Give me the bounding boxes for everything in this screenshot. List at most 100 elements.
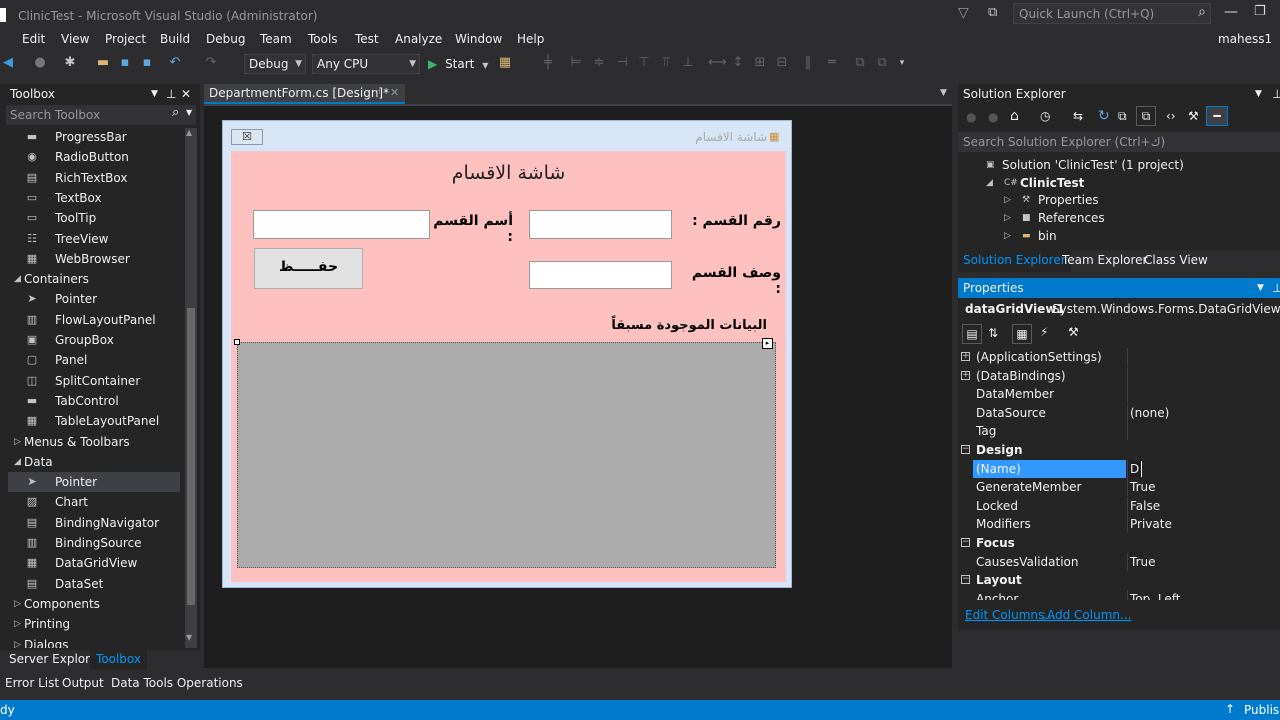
new-project-icon[interactable]: ✱ [62, 55, 78, 71]
h-spacing-icon[interactable]: ‖ [800, 55, 816, 71]
toolbox-item-progressbar[interactable]: ▬ ProgressBar [0, 127, 180, 147]
align-bottom-icon[interactable]: ⊥ [680, 55, 696, 71]
platform-dropdown[interactable]: Any CPU ▼ [312, 54, 420, 74]
tab-dropdown-icon[interactable]: ▼ [940, 88, 947, 98]
send-back-icon[interactable]: ⧉ [874, 55, 890, 71]
toolbox-item-groupbox[interactable]: ▣ GroupBox [0, 330, 180, 350]
property-row[interactable]: DataSource (none) [958, 403, 1279, 422]
form-window[interactable]: ☒ شاشة الاقسام ▦ شاشة الاقسام رقم القسم … [222, 120, 792, 588]
tab-solution-explorer[interactable]: Solution Explorer [958, 250, 1071, 272]
toolbox-item-splitcontainer[interactable]: ◫ SplitContainer [0, 371, 180, 391]
pin-icon[interactable]: ⊣ [372, 86, 381, 97]
alphabetical-icon[interactable]: ⇅ [988, 326, 998, 340]
filter-icon[interactable]: ▽ [958, 5, 969, 21]
collapsed-arrow-icon[interactable]: ▷ [1004, 191, 1011, 209]
save-button[interactable]: حفـــــظ [254, 248, 363, 289]
bring-front-icon[interactable]: ⧉ [852, 55, 868, 71]
solution-node[interactable]: ▷ ▬ bin [958, 227, 1280, 245]
menu-build[interactable]: Build [160, 32, 190, 46]
solution-search-input[interactable]: Search Solution Explorer (Ctrl+ك) [958, 132, 1280, 152]
toolbox-item-richtextbox[interactable]: ▤ RichTextBox [0, 168, 180, 188]
size-to-grid-icon[interactable]: ⊟ [774, 55, 790, 71]
close-icon[interactable]: ✕ [181, 84, 191, 104]
properties-wrench-icon[interactable]: ⚒ [1188, 109, 1199, 123]
open-file-icon[interactable]: ▬ [95, 55, 111, 71]
categorized-icon[interactable]: ▤ [962, 324, 982, 344]
same-width-icon[interactable]: ⟷ [708, 55, 727, 71]
pin-icon[interactable]: ⊥ [166, 84, 176, 104]
menu-project[interactable]: Project [105, 32, 146, 46]
property-category[interactable]: − Focus [958, 534, 1279, 552]
property-row[interactable]: + (DataBindings) [958, 366, 1279, 385]
tab-server-explorer[interactable]: Server Explorer [9, 652, 102, 666]
browser-link-icon[interactable]: ▦ [497, 55, 513, 71]
dept-name-input[interactable] [253, 210, 430, 239]
forward-icon[interactable]: ● [32, 55, 48, 71]
collapse-all-icon[interactable]: ⧉ [1118, 109, 1127, 124]
smart-tag-icon[interactable]: ▸ [762, 338, 773, 349]
tab-error-list[interactable]: Error List [5, 676, 59, 690]
collapse-icon[interactable]: − [961, 575, 970, 585]
menu-edit[interactable]: Edit [22, 32, 45, 46]
property-pages-icon[interactable]: ⚒ [1068, 325, 1079, 339]
expanded-arrow-icon[interactable]: ◢ [986, 174, 993, 192]
redo-icon[interactable]: ↷ [203, 55, 219, 71]
save-icon[interactable]: ▪ [117, 55, 133, 71]
config-dropdown[interactable]: Debug ▼ [244, 54, 306, 74]
collapsed-arrow-icon[interactable]: ▷ [1004, 227, 1011, 245]
toolbox-category-menus-toolbars[interactable]: ▷ Menus & Toolbars [0, 432, 180, 452]
toolbox-item-pointer[interactable]: ➤ Pointer [8, 472, 180, 493]
property-row[interactable]: (Name) D [958, 459, 1279, 478]
feedback-icon[interactable]: ⧉ [988, 5, 997, 20]
collapsed-arrow-icon[interactable]: ▷ [1004, 209, 1011, 227]
publish-button[interactable]: Publish [1244, 703, 1280, 717]
menu-tools[interactable]: Tools [308, 32, 338, 46]
toolbox-category-data[interactable]: ◢ Data [0, 452, 180, 472]
toolbox-item-pointer[interactable]: ➤ Pointer [0, 289, 180, 309]
toolbox-item-chart[interactable]: ▨ Chart [0, 492, 180, 512]
property-row[interactable]: Locked False [958, 496, 1279, 515]
align-top-icon[interactable]: ⊤ [636, 55, 652, 71]
menu-help[interactable]: Help [517, 32, 544, 46]
toolbox-item-tooltip[interactable]: ▭ ToolTip [0, 208, 180, 228]
collapsed-arrow-icon[interactable]: ▷ [14, 614, 21, 634]
toolbox-item-bindingsource[interactable]: ▥ BindingSource [0, 533, 180, 553]
toolbox-category-dialogs[interactable]: ▷ Dialogs [0, 635, 180, 649]
dept-no-input[interactable] [529, 210, 672, 239]
menu-view[interactable]: View [61, 32, 89, 46]
sync-icon[interactable]: ⇆ [1073, 109, 1083, 123]
data-grid-view[interactable]: ▸ [234, 338, 776, 568]
tab-team-explorer[interactable]: Team Explorer [1062, 253, 1148, 267]
align-right-icon[interactable]: ⊣ [614, 55, 630, 71]
menu-test[interactable]: Test [355, 32, 379, 46]
close-icon[interactable]: ✕ [390, 86, 399, 99]
dropdown-icon[interactable]: ▼ [1255, 84, 1262, 104]
properties-icon[interactable]: ▦ [1012, 324, 1032, 344]
property-row[interactable]: Modifiers Private [958, 515, 1279, 534]
expanded-arrow-icon[interactable]: ◢ [14, 452, 21, 472]
refresh-icon[interactable]: ↻ [1098, 108, 1110, 124]
collapsed-arrow-icon[interactable]: ▷ [14, 432, 21, 452]
solution-node[interactable]: ◢ C# ClinicTest [958, 174, 1280, 192]
forward-icon[interactable]: ● [988, 110, 998, 124]
same-size-icon[interactable]: ⊞ [752, 55, 768, 71]
solution-node[interactable]: ▷ ■ References [958, 209, 1280, 227]
toolbox-item-treeview[interactable]: ☷ TreeView [0, 229, 180, 249]
toolbox-category-containers[interactable]: ◢ Containers [0, 269, 180, 289]
toolbox-item-webbrowser[interactable]: ▦ WebBrowser [0, 249, 180, 269]
align-center-icon[interactable]: ≑ [591, 55, 607, 71]
toolbox-search-input[interactable]: Search Toolbox ⌕ ▼ [6, 105, 196, 125]
property-category[interactable]: − Design [958, 441, 1279, 459]
toolbox-item-dataset[interactable]: ▤ DataSet [0, 574, 180, 594]
scroll-up-icon[interactable]: ▲ [186, 128, 192, 137]
toolbox-item-tabcontrol[interactable]: ▬ TabControl [0, 391, 180, 411]
property-category[interactable]: − Layout [958, 571, 1279, 589]
back-icon[interactable]: ● [966, 110, 976, 124]
property-row[interactable]: DataMember [958, 385, 1279, 404]
toolbox-category-printing[interactable]: ▷ Printing [0, 614, 180, 634]
undo-icon[interactable]: ↶ [167, 55, 183, 71]
dropdown-icon[interactable]: ▼ [151, 84, 158, 104]
pin-icon[interactable]: ⊥ [1272, 84, 1280, 104]
menu-analyze[interactable]: Analyze [395, 32, 442, 46]
toolbar-overflow-icon[interactable]: ▾ [894, 55, 910, 71]
